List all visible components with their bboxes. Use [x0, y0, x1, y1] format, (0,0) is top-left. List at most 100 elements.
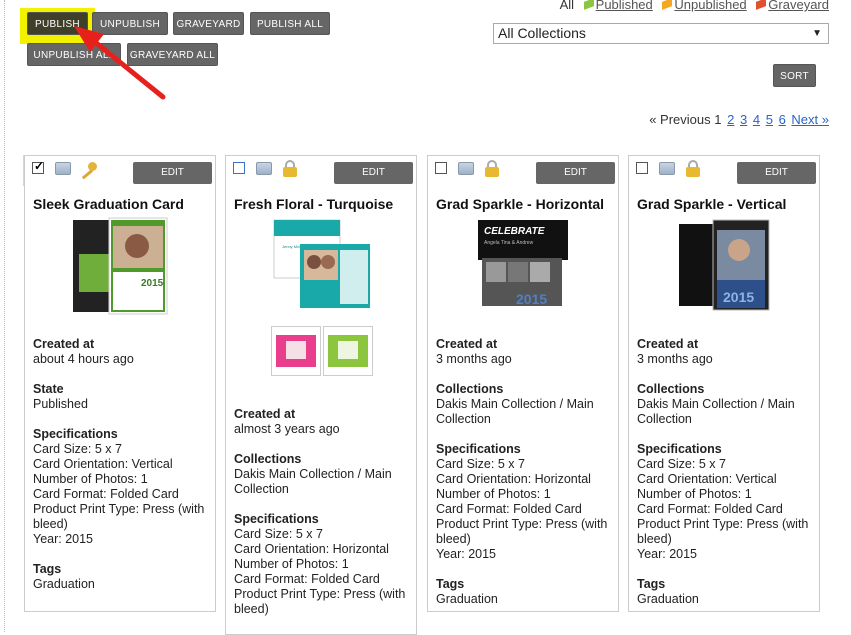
pager-previous[interactable]: « Previous [649, 112, 710, 127]
spec-line: Product Print Type: Press (with bleed) [33, 502, 205, 531]
created-value: 3 months ago [637, 352, 713, 366]
collections-label: Collections [637, 382, 705, 396]
spec-line: Card Size: 5 x 7 [33, 442, 122, 456]
variant-thumbnail-pink[interactable] [271, 326, 321, 376]
spec-line: Product Print Type: Press (with bleed) [234, 587, 406, 616]
spec-line: Card Size: 5 x 7 [234, 527, 323, 541]
lock-icon[interactable] [283, 160, 297, 178]
image-icon[interactable] [256, 162, 272, 175]
select-checkbox[interactable] [435, 162, 447, 174]
spec-line: Card Size: 5 x 7 [637, 457, 726, 471]
created-value: about 4 hours ago [33, 352, 134, 366]
tags-value: Graduation [33, 577, 95, 591]
created-label: Created at [234, 407, 296, 421]
tags-label: Tags [637, 577, 666, 591]
spec-line: Card Format: Folded Card [436, 502, 582, 516]
filter-published-link[interactable]: Published [596, 0, 653, 12]
collection-select-value: All Collections [498, 25, 586, 41]
spec-line: Number of Photos: 1 [637, 487, 752, 501]
state-label: State [33, 382, 64, 396]
edit-button[interactable]: EDIT [536, 162, 615, 184]
spec-line: Card Orientation: Horizontal [234, 542, 389, 556]
spec-line: Card Format: Folded Card [637, 502, 783, 516]
pager-page-link[interactable]: 6 [779, 112, 786, 127]
specifications-label: Specifications [33, 427, 118, 441]
thumb-sub: Angela Tina & Andrew [484, 240, 534, 246]
collections-label: Collections [436, 382, 504, 396]
filter-unpublished-link[interactable]: Unpublished [674, 0, 746, 12]
collections-value: Dakis Main Collection / Main Collection [234, 467, 392, 496]
status-filter: All Published Unpublished Graveyard [560, 0, 829, 12]
thumb-brand: CELEBRATE [484, 226, 545, 237]
specifications-label: Specifications [436, 442, 521, 456]
graveyard-tag-icon [756, 0, 767, 10]
card-thumbnail: Jenny McCalister and Josh Phoenix [273, 219, 370, 308]
select-checkbox[interactable]: ✓ [32, 159, 45, 174]
select-checkbox[interactable] [233, 162, 245, 174]
spec-line: Card Size: 5 x 7 [436, 457, 525, 471]
pager-page-link[interactable]: 2 [727, 112, 734, 127]
spec-line: Card Format: Folded Card [234, 572, 380, 586]
specifications-label: Specifications [637, 442, 722, 456]
variant-thumbnail-green[interactable] [323, 326, 373, 376]
select-checkbox[interactable] [636, 162, 648, 174]
lock-icon[interactable] [686, 160, 700, 178]
pager-current: 1 [714, 112, 722, 127]
created-label: Created at [436, 337, 498, 351]
collections-value: Dakis Main Collection / Main Collection [436, 397, 594, 426]
edit-button[interactable]: EDIT [737, 162, 816, 184]
unpublished-tag-icon [662, 0, 673, 10]
product-card: ✓ EDIT Sleek Graduation Card 2015 Create… [24, 155, 216, 612]
pager-page-link[interactable]: 4 [753, 112, 760, 127]
thumb-year: 2015 [723, 289, 754, 305]
edit-button[interactable]: EDIT [133, 162, 212, 184]
collections-value: Dakis Main Collection / Main Collection [637, 397, 795, 426]
publish-all-button[interactable]: PUBLISH ALL [250, 12, 330, 35]
spec-line: Product Print Type: Press (with bleed) [436, 517, 608, 546]
spec-line: Number of Photos: 1 [33, 472, 148, 486]
check-icon: ✓ [34, 159, 45, 173]
sort-button[interactable]: SORT [773, 64, 816, 87]
edit-button[interactable]: EDIT [334, 162, 413, 184]
card-title: Grad Sparkle - Horizontal [436, 196, 605, 212]
chevron-down-icon: ▼ [812, 28, 822, 39]
thumb-year: 2015 [141, 278, 164, 289]
spec-line: Card Orientation: Vertical [33, 457, 173, 471]
image-icon[interactable] [55, 162, 71, 175]
spec-line: Number of Photos: 1 [234, 557, 349, 571]
collections-label: Collections [234, 452, 302, 466]
card-metadata: Created at about 4 hours ago State Publish… [33, 337, 213, 607]
card-thumbnail: 2015 [679, 219, 770, 311]
key-icon[interactable] [80, 162, 100, 180]
created-value: 3 months ago [436, 352, 512, 366]
created-label: Created at [33, 337, 95, 351]
specifications-label: Specifications [234, 512, 319, 526]
spec-line: Number of Photos: 1 [436, 487, 551, 501]
state-value: Published [33, 397, 88, 411]
pager-next[interactable]: Next » [791, 112, 829, 127]
tags-value: Graduation [436, 592, 498, 606]
spec-line: Card Format: Folded Card [33, 487, 179, 501]
collection-select[interactable]: All Collections ▼ [493, 23, 829, 44]
pager-page-link[interactable]: 3 [740, 112, 747, 127]
thumb-year: 2015 [516, 291, 547, 307]
spec-line: Year: 2015 [436, 547, 497, 561]
pager-page-link[interactable]: 5 [766, 112, 773, 127]
product-card: EDIT Fresh Floral - Turquoise Jenny McCa… [225, 155, 417, 635]
card-title: Sleek Graduation Card [33, 196, 184, 212]
card-thumbnail: CELEBRATE Angela Tina & Andrew 2015 [478, 220, 568, 307]
spec-line: Year: 2015 [637, 547, 698, 561]
product-card: EDIT Grad Sparkle - Vertical 2015 Create… [628, 155, 820, 612]
filter-all[interactable]: All [560, 0, 574, 12]
image-icon[interactable] [659, 162, 675, 175]
card-metadata: Created at 3 months ago Collections Dakis … [436, 337, 616, 622]
tags-label: Tags [436, 577, 465, 591]
filter-graveyard-link[interactable]: Graveyard [768, 0, 829, 12]
spec-line: Card Orientation: Horizontal [436, 472, 591, 486]
image-icon[interactable] [458, 162, 474, 175]
published-tag-icon [583, 0, 594, 10]
spec-line: Product Print Type: Press (with bleed) [637, 517, 809, 546]
graveyard-button[interactable]: GRAVEYARD [173, 12, 244, 35]
lock-icon[interactable] [485, 160, 499, 178]
card-title: Fresh Floral - Turquoise [234, 196, 394, 212]
